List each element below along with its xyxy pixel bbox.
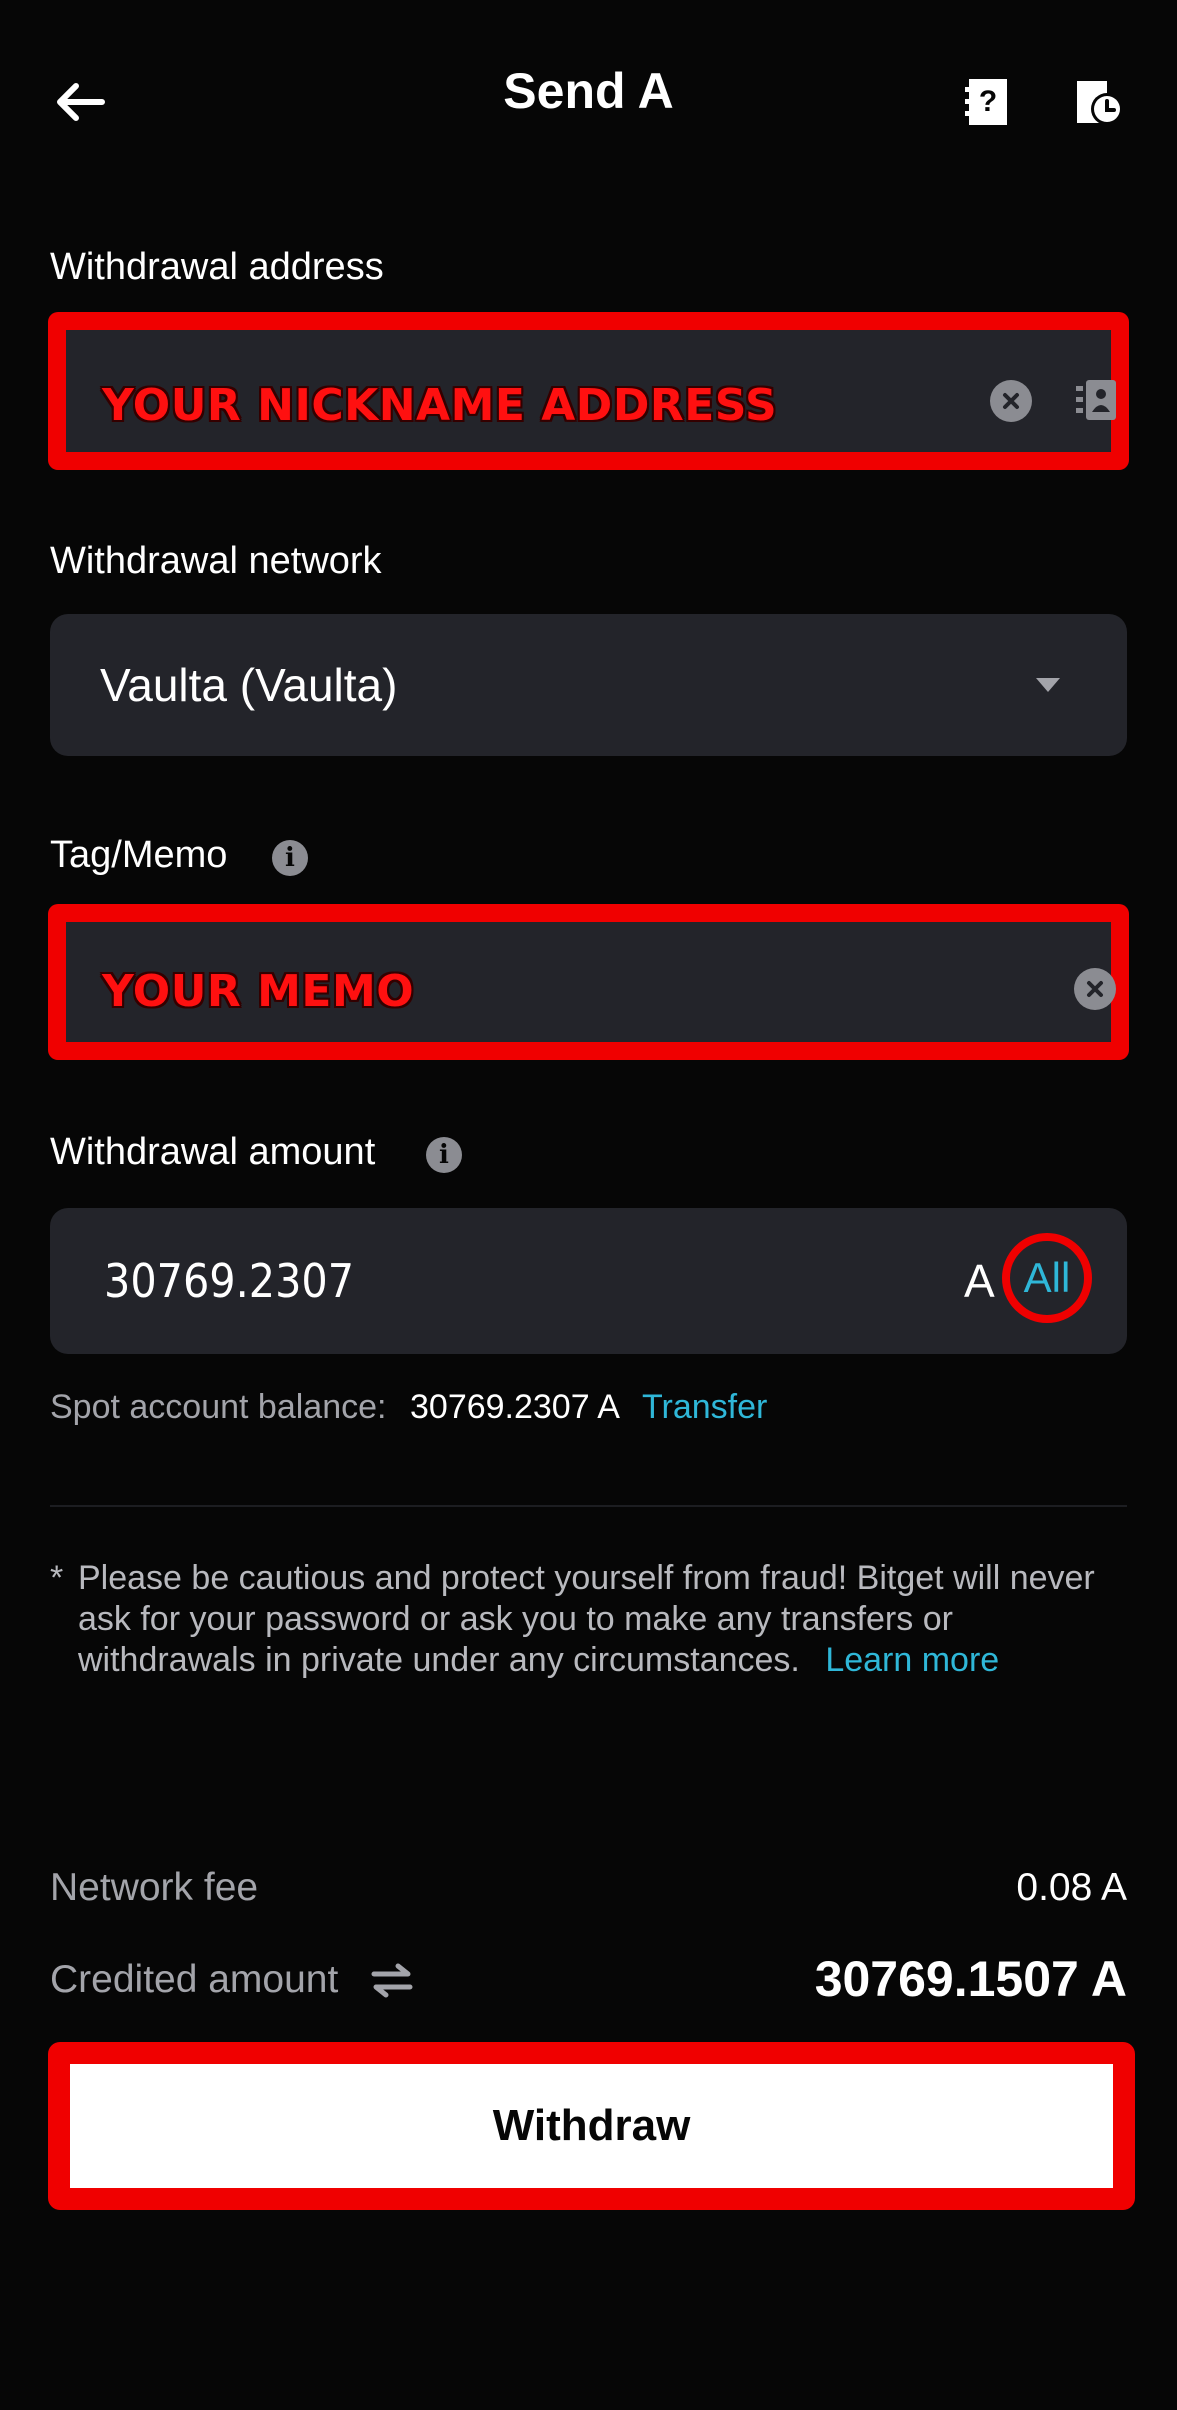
address-label: Withdrawal address: [50, 246, 384, 288]
clear-icon[interactable]: [990, 380, 1032, 422]
history-button[interactable]: [1066, 72, 1132, 132]
caret-down-icon: [1034, 676, 1062, 699]
transfer-link[interactable]: Transfer: [642, 1388, 767, 1427]
help-button[interactable]: ?: [958, 72, 1018, 132]
credited-amount-label: Credited amount: [50, 1958, 339, 2001]
network-label: Withdrawal network: [50, 540, 382, 582]
fraud-notice: Please be cautious and protect yourself …: [78, 1558, 1098, 1681]
svg-text:?: ?: [979, 85, 997, 118]
all-label: All: [1023, 1254, 1071, 1301]
address-book-icon[interactable]: [1074, 378, 1118, 427]
withdraw-label: Withdraw: [492, 2101, 691, 2150]
network-value: Vaulta (Vaulta): [100, 659, 398, 711]
info-icon[interactable]: i: [272, 840, 308, 876]
amount-label: Withdrawal amount: [50, 1131, 376, 1173]
network-fee-value: 0.08 A: [1016, 1866, 1127, 1909]
credited-amount-value: 30769.1507 A: [814, 1951, 1127, 2007]
all-button[interactable]: All: [1002, 1233, 1092, 1323]
balance-label: Spot account balance:: [50, 1388, 387, 1426]
address-input[interactable]: YOUR NICKNAME ADDRESS: [48, 312, 1129, 470]
history-clock-icon: [1077, 81, 1123, 125]
address-value: YOUR NICKNAME ADDRESS: [102, 380, 778, 431]
amount-input[interactable]: 30769.2307 A All: [50, 1208, 1127, 1354]
balance-value: 30769.2307 A: [410, 1388, 620, 1426]
info-icon[interactable]: i: [426, 1137, 462, 1173]
memo-value: YOUR MEMO: [102, 966, 415, 1017]
swap-arrows-icon[interactable]: [370, 1960, 414, 2005]
network-fee-label: Network fee: [50, 1866, 259, 1909]
divider: [50, 1505, 1127, 1507]
memo-label: Tag/Memo: [50, 834, 228, 876]
help-document-icon: ?: [965, 79, 1007, 125]
memo-input[interactable]: YOUR MEMO: [48, 904, 1129, 1060]
notice-star: *: [50, 1559, 64, 1597]
learn-more-link[interactable]: Learn more: [825, 1641, 999, 1679]
network-select[interactable]: Vaulta (Vaulta): [50, 614, 1127, 756]
amount-value: 30769.2307: [104, 1254, 355, 1308]
withdraw-button[interactable]: Withdraw: [48, 2042, 1135, 2210]
amount-unit: A: [964, 1255, 995, 1307]
clear-icon[interactable]: [1074, 968, 1116, 1010]
